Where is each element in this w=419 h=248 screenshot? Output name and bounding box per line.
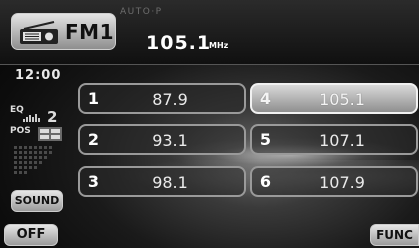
mode-indicator: AUTO·P [120,7,163,17]
preset-frequency: 107.1 [319,131,365,150]
radio-screen: FM1 AUTO·P 105.1 MHz 12:00 EQ 2 POS SOUN [0,0,419,248]
preset-button-2[interactable]: 2 93.1 [78,124,246,155]
band-label: FM1 [65,20,114,44]
preset-button-1[interactable]: 1 87.9 [78,83,246,114]
preset-frequency: 107.9 [319,173,365,192]
header-bar: FM1 AUTO·P 105.1 MHz [0,0,419,65]
preset-number: 5 [259,130,272,149]
off-button[interactable]: OFF [4,224,58,246]
preset-number: 3 [87,172,100,191]
frequency-unit: MHz [209,41,229,50]
equalizer-icon [23,114,40,122]
preset-frequency: 93.1 [152,131,188,150]
preset-number: 6 [259,172,272,191]
eq-label: EQ [10,105,24,115]
preset-frequency: 87.9 [152,90,188,109]
func-button[interactable]: FUNC [370,224,419,246]
clock: 12:00 [15,68,62,83]
preset-number: 1 [87,89,100,108]
preset-frequency: 105.1 [319,90,365,109]
band-button[interactable]: FM1 [11,13,116,50]
preset-button-3[interactable]: 3 98.1 [78,166,246,197]
seat-position-icon [38,127,62,141]
eq-value: 2 [47,108,58,126]
sound-button[interactable]: SOUND [11,190,63,212]
radio-icon [20,21,58,44]
preset-frequency: 98.1 [152,173,188,192]
pos-label: POS [10,126,31,136]
current-frequency: 105.1 [146,32,212,54]
preset-button-4[interactable]: 4 105.1 [250,83,418,114]
preset-button-6[interactable]: 6 107.9 [250,166,418,197]
preset-number: 2 [87,130,100,149]
preset-button-5[interactable]: 5 107.1 [250,124,418,155]
preset-number: 4 [259,89,272,108]
speaker-balance-grid [14,146,52,174]
